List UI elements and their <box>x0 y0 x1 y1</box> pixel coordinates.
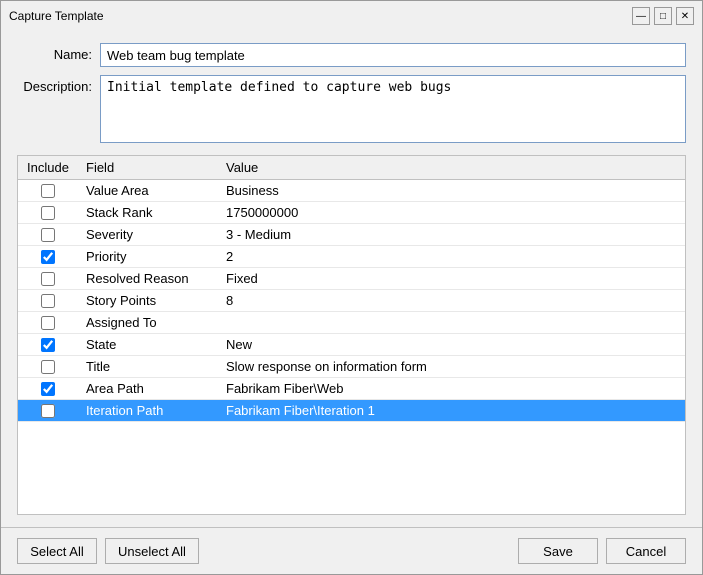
value-cell: 2 <box>218 246 685 268</box>
fields-table: Include Field Value Value AreaBusinessSt… <box>18 156 685 422</box>
checkbox-cell <box>18 180 78 202</box>
table-row[interactable]: Resolved ReasonFixed <box>18 268 685 290</box>
checkbox-cell <box>18 202 78 224</box>
table-row[interactable]: Story Points8 <box>18 290 685 312</box>
footer-left: Select All Unselect All <box>17 538 199 564</box>
include-checkbox[interactable] <box>41 338 55 352</box>
checkbox-cell <box>18 224 78 246</box>
field-cell: Stack Rank <box>78 202 218 224</box>
field-cell: Area Path <box>78 378 218 400</box>
value-cell: 3 - Medium <box>218 224 685 246</box>
value-cell: 1750000000 <box>218 202 685 224</box>
field-cell: State <box>78 334 218 356</box>
name-label: Name: <box>17 43 92 62</box>
include-checkbox[interactable] <box>41 360 55 374</box>
field-cell: Priority <box>78 246 218 268</box>
col-header-field: Field <box>78 156 218 180</box>
include-checkbox[interactable] <box>41 228 55 242</box>
table-row[interactable]: Stack Rank1750000000 <box>18 202 685 224</box>
checkbox-cell <box>18 400 78 422</box>
col-header-include: Include <box>18 156 78 180</box>
window-content: Name: Description: Include Field Value V… <box>1 31 702 527</box>
name-input[interactable] <box>100 43 686 67</box>
checkbox-cell <box>18 246 78 268</box>
checkbox-cell <box>18 356 78 378</box>
table-row[interactable]: TitleSlow response on information form <box>18 356 685 378</box>
capture-template-window: Capture Template — □ ✕ Name: Description… <box>0 0 703 575</box>
close-button[interactable]: ✕ <box>676 7 694 25</box>
table-row[interactable]: Assigned To <box>18 312 685 334</box>
include-checkbox[interactable] <box>41 250 55 264</box>
field-cell: Assigned To <box>78 312 218 334</box>
checkbox-cell <box>18 312 78 334</box>
include-checkbox[interactable] <box>41 382 55 396</box>
checkbox-cell <box>18 268 78 290</box>
save-button[interactable]: Save <box>518 538 598 564</box>
field-cell: Story Points <box>78 290 218 312</box>
select-all-button[interactable]: Select All <box>17 538 97 564</box>
fields-table-container: Include Field Value Value AreaBusinessSt… <box>17 155 686 515</box>
checkbox-cell <box>18 334 78 356</box>
value-cell: Slow response on information form <box>218 356 685 378</box>
name-row: Name: <box>17 43 686 67</box>
description-row: Description: <box>17 75 686 143</box>
value-cell: New <box>218 334 685 356</box>
value-cell: Fabrikam Fiber\Iteration 1 <box>218 400 685 422</box>
title-bar-controls: — □ ✕ <box>632 7 694 25</box>
include-checkbox[interactable] <box>41 294 55 308</box>
description-input[interactable] <box>100 75 686 143</box>
include-checkbox[interactable] <box>41 316 55 330</box>
minimize-button[interactable]: — <box>632 7 650 25</box>
table-row[interactable]: Value AreaBusiness <box>18 180 685 202</box>
include-checkbox[interactable] <box>41 272 55 286</box>
value-cell: 8 <box>218 290 685 312</box>
table-row[interactable]: Severity3 - Medium <box>18 224 685 246</box>
field-cell: Resolved Reason <box>78 268 218 290</box>
table-body: Value AreaBusinessStack Rank1750000000Se… <box>18 180 685 422</box>
cancel-button[interactable]: Cancel <box>606 538 686 564</box>
footer-right: Save Cancel <box>518 538 686 564</box>
window-title: Capture Template <box>9 9 104 23</box>
field-cell: Title <box>78 356 218 378</box>
field-cell: Severity <box>78 224 218 246</box>
table-header-row: Include Field Value <box>18 156 685 180</box>
table-row[interactable]: StateNew <box>18 334 685 356</box>
value-cell <box>218 312 685 334</box>
value-cell: Fabrikam Fiber\Web <box>218 378 685 400</box>
table-row[interactable]: Area PathFabrikam Fiber\Web <box>18 378 685 400</box>
title-bar: Capture Template — □ ✕ <box>1 1 702 31</box>
include-checkbox[interactable] <box>41 404 55 418</box>
include-checkbox[interactable] <box>41 206 55 220</box>
table-row[interactable]: Iteration PathFabrikam Fiber\Iteration 1 <box>18 400 685 422</box>
maximize-button[interactable]: □ <box>654 7 672 25</box>
field-cell: Value Area <box>78 180 218 202</box>
description-label: Description: <box>17 75 92 94</box>
value-cell: Fixed <box>218 268 685 290</box>
value-cell: Business <box>218 180 685 202</box>
include-checkbox[interactable] <box>41 184 55 198</box>
field-cell: Iteration Path <box>78 400 218 422</box>
unselect-all-button[interactable]: Unselect All <box>105 538 199 564</box>
col-header-value: Value <box>218 156 685 180</box>
checkbox-cell <box>18 378 78 400</box>
table-row[interactable]: Priority2 <box>18 246 685 268</box>
footer: Select All Unselect All Save Cancel <box>1 527 702 574</box>
checkbox-cell <box>18 290 78 312</box>
